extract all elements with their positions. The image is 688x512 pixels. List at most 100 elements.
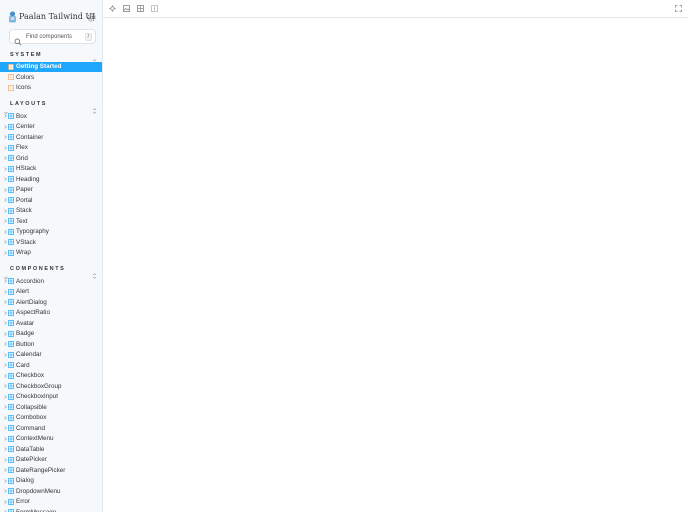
sidebar-item-label: Center	[16, 123, 35, 130]
sidebar-item-label: DatePicker	[16, 456, 47, 463]
grid-icon[interactable]	[137, 5, 144, 12]
sidebar-item-portal[interactable]: Portal	[0, 195, 102, 205]
component-icon	[8, 155, 14, 161]
component-icon	[8, 123, 14, 130]
sidebar-item-dropdownmenu[interactable]: DropdownMenu	[0, 486, 102, 496]
sidebar-item-label: Icons	[16, 84, 32, 91]
sidebar-item-avatar[interactable]: Avatar	[0, 318, 102, 328]
sidebar-item-checkbox[interactable]: Checkbox	[0, 371, 102, 381]
sidebar-item-label: Accordion	[16, 277, 45, 285]
component-icon	[8, 113, 14, 119]
sidebar-item-formmessage[interactable]: FormMessage	[0, 507, 102, 512]
sidebar-item-checkboxinput[interactable]: CheckboxInput	[0, 392, 102, 402]
sidebar-item-accordion[interactable]: Accordion	[0, 276, 102, 286]
sidebar-item-daterangepicker[interactable]: DateRangePicker	[0, 465, 102, 475]
sidebar-item-container[interactable]: Container	[0, 132, 102, 142]
sidebar-item-label: Flex	[16, 144, 28, 151]
component-icon	[8, 477, 14, 484]
sidebar-item-label: Collapsible	[16, 403, 47, 411]
document-icon	[8, 84, 14, 91]
sidebar-item-datepicker[interactable]: DatePicker	[0, 455, 102, 465]
sidebar-item-badge[interactable]: Badge	[0, 329, 102, 339]
sidebar-item-error[interactable]: Error	[0, 497, 102, 507]
sidebar-item-card[interactable]: Card	[0, 360, 102, 370]
section-title: COMPONENTS	[10, 266, 66, 272]
sidebar-item-flex[interactable]: Flex	[0, 143, 102, 153]
sidebar-item-colors[interactable]: Colors	[0, 72, 102, 82]
sidebar-item-typography[interactable]: Typography	[0, 227, 102, 237]
sidebar-item-label: Paper	[16, 186, 33, 193]
component-icon	[8, 207, 14, 214]
component-icon	[8, 320, 14, 326]
section-header-layouts[interactable]: LAYOUTS	[4, 100, 97, 115]
section-title: SYSTEM	[10, 52, 43, 58]
component-icon	[8, 362, 14, 368]
settings-gear-icon[interactable]	[86, 10, 97, 22]
sidebar-item-hstack[interactable]: HStack	[0, 164, 102, 174]
expand-collapse-icon[interactable]	[92, 52, 97, 65]
outline-icon[interactable]	[151, 5, 158, 12]
image-background-icon[interactable]	[123, 5, 130, 12]
sidebar-item-label: ContextMenu	[16, 435, 54, 442]
component-icon	[8, 351, 14, 358]
sidebar-item-aspectratio[interactable]: AspectRatio	[0, 308, 102, 318]
sidebar-item-dialog[interactable]: Dialog	[0, 476, 102, 486]
sidebar-item-getting-started[interactable]: Getting Started	[0, 61, 102, 72]
sidebar-item-center[interactable]: Center	[0, 122, 102, 132]
sidebar-item-box[interactable]: Box	[0, 111, 102, 121]
component-icon	[8, 309, 14, 316]
brand[interactable]: Paalan Tailwind UI	[8, 9, 95, 23]
component-icon	[8, 197, 14, 203]
sidebar: Paalan Tailwind UI Find components / SYS…	[0, 0, 103, 512]
sidebar-item-label: Heading	[16, 175, 40, 183]
section-header-components[interactable]: COMPONENTS	[4, 265, 97, 280]
sidebar-item-label: Alert	[16, 288, 29, 295]
component-icon	[8, 218, 14, 224]
search-icon	[14, 33, 22, 46]
component-icon	[8, 249, 14, 256]
sidebar-item-label: HStack	[16, 165, 37, 172]
component-icon	[8, 144, 14, 151]
component-icon	[8, 239, 14, 245]
sidebar-item-checkboxgroup[interactable]: CheckboxGroup	[0, 381, 102, 391]
component-icon	[8, 288, 14, 295]
sidebar-item-label: CheckboxGroup	[16, 382, 62, 390]
component-icon	[8, 228, 14, 235]
sidebar-item-command[interactable]: Command	[0, 423, 102, 433]
component-icon	[8, 435, 14, 442]
sidebar-item-vstack[interactable]: VStack	[0, 237, 102, 247]
zoom-icon[interactable]	[109, 5, 116, 12]
search-shortcut: /	[84, 32, 92, 41]
sidebar-item-label: FormMessage	[16, 508, 57, 512]
sidebar-item-label: Avatar	[16, 319, 35, 327]
sidebar-item-button[interactable]: Button	[0, 339, 102, 349]
sidebar-item-calendar[interactable]: Calendar	[0, 350, 102, 360]
component-icon	[8, 488, 14, 494]
section-header-system[interactable]: SYSTEM	[4, 51, 97, 66]
preview-canvas[interactable]	[103, 18, 688, 512]
search-placeholder: Find components	[26, 33, 73, 40]
sidebar-item-datatable[interactable]: DataTable	[0, 444, 102, 454]
sidebar-item-alertdialog[interactable]: AlertDialog	[0, 297, 102, 307]
sidebar-item-grid[interactable]: Grid	[0, 153, 102, 163]
component-icon	[8, 134, 14, 140]
sidebar-item-text[interactable]: Text	[0, 216, 102, 226]
sidebar-item-combobox[interactable]: Combobox	[0, 413, 102, 423]
sidebar-item-heading[interactable]: Heading	[0, 174, 102, 184]
search-input[interactable]: Find components /	[9, 29, 96, 46]
sidebar-item-label: VStack	[16, 238, 36, 246]
sidebar-item-wrap[interactable]: Wrap	[0, 248, 102, 258]
sidebar-item-alert[interactable]: Alert	[0, 287, 102, 297]
sidebar-item-collapsible[interactable]: Collapsible	[0, 402, 102, 412]
sidebar-item-stack[interactable]: Stack	[0, 206, 102, 216]
sidebar-item-contextmenu[interactable]: ContextMenu	[0, 434, 102, 444]
sidebar-item-paper[interactable]: Paper	[0, 185, 102, 195]
expand-collapse-icon[interactable]	[92, 101, 97, 114]
fullscreen-icon[interactable]	[675, 5, 682, 12]
document-icon	[8, 74, 14, 80]
component-icon	[8, 278, 14, 284]
expand-collapse-icon[interactable]	[92, 266, 97, 279]
sidebar-item-icons[interactable]: Icons	[0, 83, 102, 93]
component-icon	[8, 498, 14, 505]
component-icon	[8, 404, 14, 410]
